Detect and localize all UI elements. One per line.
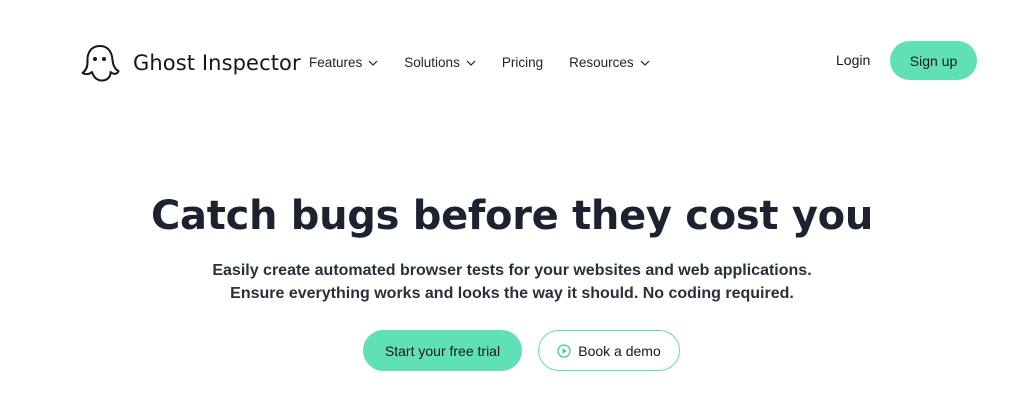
nav-item-label: Resources: [569, 55, 634, 70]
book-demo-button[interactable]: Book a demo: [538, 330, 680, 371]
hero-subtitle-line1: Easily create automated browser tests fo…: [212, 262, 812, 279]
logo-link[interactable]: Ghost Inspector: [79, 42, 301, 84]
chevron-down-icon: [466, 60, 476, 66]
logo-text: Ghost Inspector: [133, 51, 301, 75]
chevron-down-icon: [368, 60, 378, 66]
chevron-down-icon: [640, 60, 650, 66]
nav-item-label: Features: [309, 55, 363, 70]
ghost-icon: [81, 45, 120, 82]
nav-item-solutions[interactable]: Solutions: [404, 55, 476, 70]
start-free-trial-button[interactable]: Start your free trial: [363, 330, 522, 371]
page: Ghost Inspector Features Solutions Prici…: [0, 0, 1024, 400]
login-link[interactable]: Login: [836, 52, 870, 68]
nav-item-features[interactable]: Features: [309, 55, 378, 70]
main-nav: Features Solutions Pricing Resources: [309, 55, 676, 70]
book-demo-label: Book a demo: [578, 342, 661, 359]
hero-title: Catch bugs before they cost you: [151, 193, 873, 239]
hero-subtitle-line2: Ensure everything works and looks the wa…: [230, 285, 794, 302]
nav-item-label: Solutions: [404, 55, 460, 70]
play-circle-icon: [557, 343, 571, 358]
nav-item-resources[interactable]: Resources: [569, 55, 650, 70]
signup-button[interactable]: Sign up: [890, 41, 977, 80]
nav-item-label: Pricing: [501, 55, 544, 70]
nav-item-pricing[interactable]: Pricing: [502, 55, 543, 70]
